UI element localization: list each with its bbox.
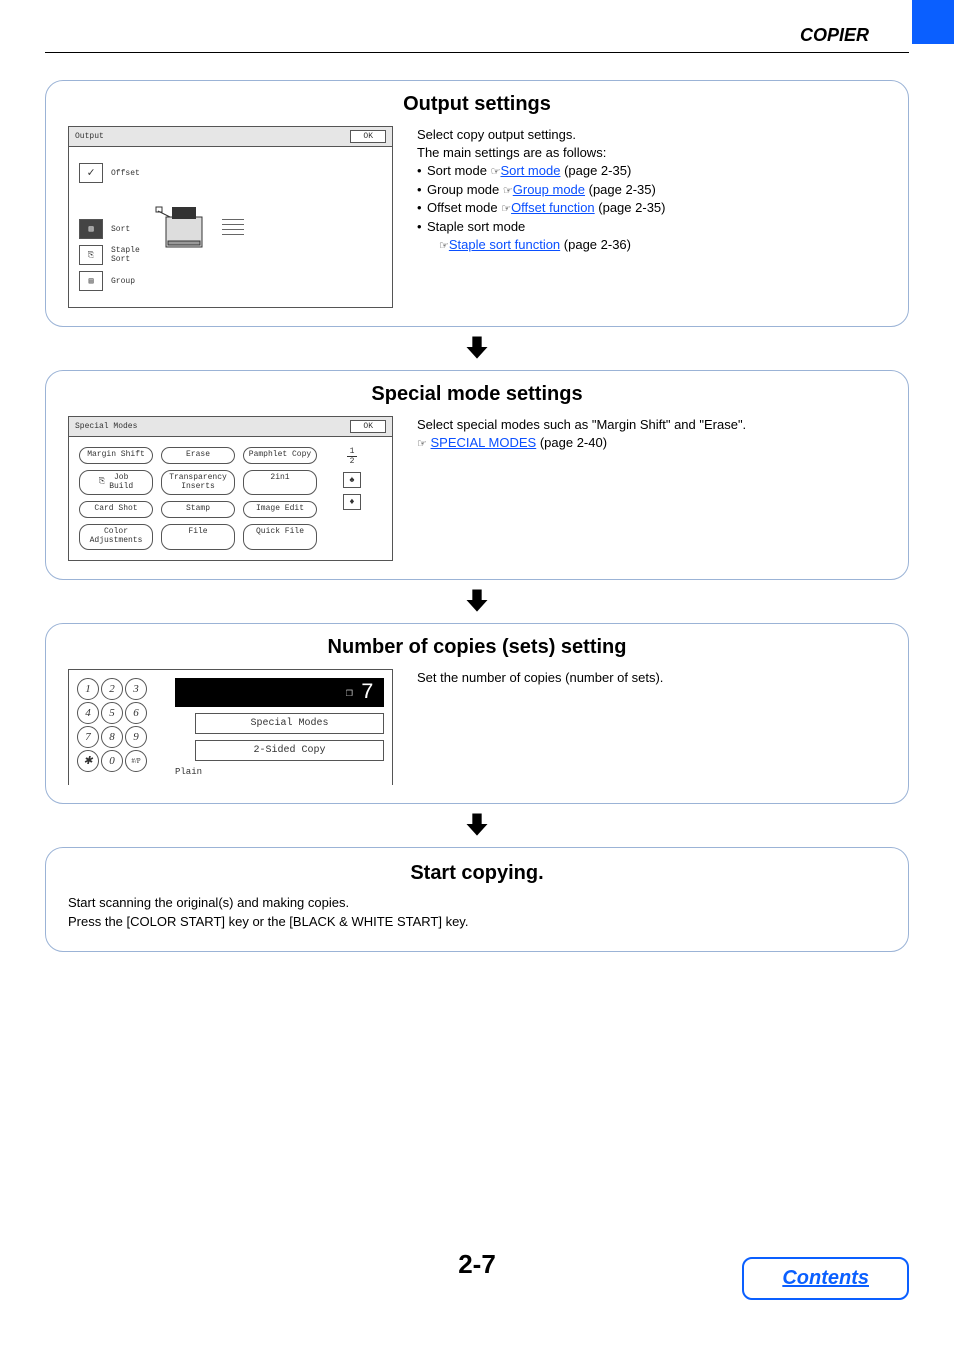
key-5[interactable]: 5 [101,702,123,724]
link-staple-sort[interactable]: Staple sort function [449,237,560,252]
offset-label: Offset [111,169,140,178]
page-header: COPIER [45,25,909,53]
key-7[interactable]: 7 [77,726,99,748]
special-screenshot: Special Modes OK Margin Shift Erase Pamp… [68,416,393,561]
panel-special-title: Special mode settings [68,383,886,406]
key-6[interactable]: 6 [125,702,147,724]
pointer-icon: ☞ [501,203,511,215]
check-icon: ✓ [87,167,94,179]
btn-image-edit[interactable]: Image Edit [243,501,317,518]
output-intro2: The main settings are as follows: [417,144,886,162]
panel-special: Special mode settings Special Modes OK M… [45,370,909,580]
special-ok-button[interactable]: OK [350,420,386,433]
plain-label: Plain [175,767,384,777]
btn-transparency[interactable]: Transparency Inserts [161,470,235,496]
btn-card-shot[interactable]: Card Shot [79,501,153,518]
start-line2: Press the [COLOR START] key or the [BLAC… [68,914,886,929]
staple-sort-label: Staple Sort [111,246,140,264]
btn-file[interactable]: File [161,524,235,550]
flow-arrow [45,810,909,841]
header-title: COPIER [800,25,869,45]
group-icon[interactable]: ▤ [79,271,103,291]
copies-line1: Set the number of copies (number of sets… [417,669,886,687]
btn-margin-shift[interactable]: Margin Shift [79,447,153,464]
output-item-staple: Staple sort mode [417,218,886,236]
btn-color-adj[interactable]: Color Adjustments [79,524,153,550]
btn-stamp[interactable]: Stamp [161,501,235,518]
special-description: Select special modes such as "Margin Shi… [417,416,886,453]
start-line1: Start scanning the original(s) and makin… [68,895,886,910]
btn-2in1[interactable]: 2in1 [243,470,317,496]
output-screenshot: Output OK ✓ Offset ▥ Sort [68,126,393,308]
panel-output: Output settings Output OK ✓ Offset ▥ [45,80,909,327]
btn-special-modes[interactable]: Special Modes [195,713,384,734]
contents-button[interactable]: Contents [742,1257,909,1300]
link-offset-function[interactable]: Offset function [511,200,595,215]
job-build-icon: ⎘ [99,478,105,487]
flow-arrow [45,586,909,617]
panel-output-title: Output settings [68,93,886,116]
output-ok-button[interactable]: OK [350,130,386,143]
key-9[interactable]: 9 [125,726,147,748]
output-bar-title: Output [75,132,104,141]
key-8[interactable]: 8 [101,726,123,748]
copies-value: 7 [361,680,374,705]
link-group-mode[interactable]: Group mode [513,182,585,197]
btn-pamphlet[interactable]: Pamphlet Copy [243,447,317,464]
btn-job-build[interactable]: ⎘Job Build [79,470,153,496]
link-special-modes[interactable]: SPECIAL MODES [431,435,537,450]
output-item-sort: Sort mode ☞Sort mode (page 2-35) [417,162,886,180]
output-intro1: Select copy output settings. [417,126,886,144]
btn-2sided-copy[interactable]: 2-Sided Copy [195,740,384,761]
special-bar-title: Special Modes [75,422,137,431]
copies-description: Set the number of copies (number of sets… [417,669,886,687]
key-star[interactable]: ✱ [77,750,99,772]
offset-checkbox[interactable]: ✓ [79,163,103,183]
key-3[interactable]: 3 [125,678,147,700]
copies-screenshot: 1 2 3 4 5 6 7 8 9 ✱ 0 #/P [68,669,393,785]
flow-arrow [45,333,909,364]
special-page-nav: 1 2 ♠ ♦ [343,447,361,550]
special-button-grid: Margin Shift Erase Pamphlet Copy ⎘Job Bu… [79,447,329,550]
output-paper-icon [222,219,244,235]
page-content: Output settings Output OK ✓ Offset ▥ [45,80,909,956]
pointer-icon: ☞ [503,185,513,197]
page-indicator-bot: 2 [347,457,358,466]
panel-copies: Number of copies (sets) setting 1 2 3 4 … [45,623,909,804]
output-item-offset: Offset mode ☞Offset function (page 2-35) [417,199,886,217]
pointer-icon: ☞ [491,166,501,178]
output-description: Select copy output settings. The main se… [417,126,886,254]
key-2[interactable]: 2 [101,678,123,700]
btn-quick-file[interactable]: Quick File [243,524,317,550]
pointer-icon: ☞ [417,438,427,450]
output-item-group: Group mode ☞Group mode (page 2-35) [417,181,886,199]
key-0[interactable]: 0 [101,750,123,772]
page-indicator-top: 1 [347,447,358,457]
panel-start: Start copying. Start scanning the origin… [45,847,909,952]
btn-erase[interactable]: Erase [161,447,235,464]
page-up-button[interactable]: ♠ [343,472,361,488]
copies-display: ❐ 7 [175,678,384,707]
key-1[interactable]: 1 [77,678,99,700]
key-4[interactable]: 4 [77,702,99,724]
pointer-icon: ☞ [439,240,449,252]
staple-sort-icon[interactable]: ⎘ [79,245,103,265]
group-label: Group [111,277,135,286]
special-line1: Select special modes such as "Margin Shi… [417,416,886,434]
panel-start-title: Start copying. [68,862,886,885]
printer-icon [154,197,214,257]
link-sort-mode[interactable]: Sort mode [500,163,560,178]
copies-icon: ❐ [346,685,353,700]
section-tab [912,0,954,44]
sort-icon[interactable]: ▥ [79,219,103,239]
numeric-keypad: 1 2 3 4 5 6 7 8 9 ✱ 0 #/P [77,678,147,772]
sort-label: Sort [111,225,130,234]
page-down-button[interactable]: ♦ [343,494,361,510]
output-subitem: ☞Staple sort function (page 2-36) [417,236,886,254]
key-hash[interactable]: #/P [125,750,147,772]
panel-copies-title: Number of copies (sets) setting [68,636,886,659]
